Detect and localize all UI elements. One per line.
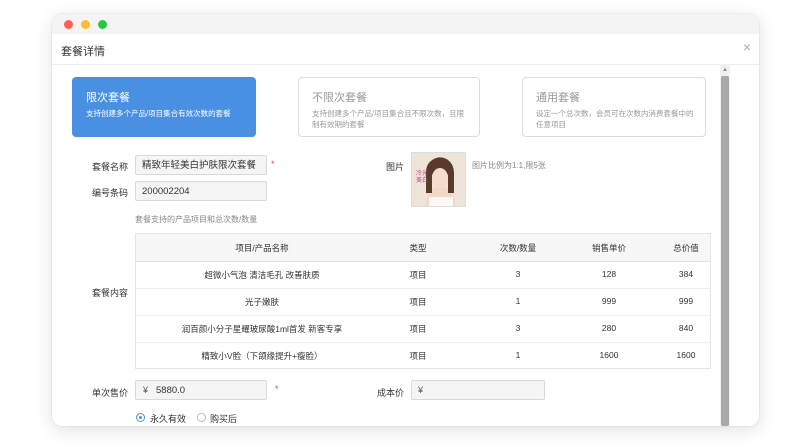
table-cell: 999 xyxy=(678,296,694,306)
table-cell: 840 xyxy=(678,323,694,333)
currency-symbol: ¥ xyxy=(143,385,149,395)
validity-permanent-label: 永久有效 xyxy=(150,414,187,424)
barcode-input[interactable]: 200002204 xyxy=(135,181,267,201)
currency-symbol: ¥ xyxy=(418,385,424,395)
dialog-header: 套餐详情 × xyxy=(52,34,759,65)
vertical-scrollbar[interactable]: ▲ xyxy=(720,64,730,426)
table-cell: 超微小气泡 清洁毛孔 改善肤质 xyxy=(204,270,320,280)
image-hint: 图片比例为1:1,限5张 xyxy=(472,161,546,170)
window-minimize-dot[interactable] xyxy=(81,20,90,29)
scrollbar-thumb[interactable] xyxy=(721,76,729,426)
table-cell: 光子嫩肤 xyxy=(244,297,279,307)
table-header-cell: 总价值 xyxy=(673,243,699,253)
table-row: 精致小V脸（下颌缘提升+瘦脸） 项目 1 1600 1600 xyxy=(136,342,710,369)
image-label: 图片 xyxy=(385,162,404,172)
table-cell: 项目 xyxy=(409,297,427,307)
validity-after-purchase-label: 购买后 xyxy=(210,414,238,424)
type-card-title: 限次套餐 xyxy=(86,92,130,104)
content-hint: 套餐支持的产品项目和总次数/数量 xyxy=(135,215,258,224)
table-cell: 项目 xyxy=(409,324,427,334)
barcode-label: 编号条码 xyxy=(91,188,128,198)
window-maximize-dot[interactable] xyxy=(98,20,107,29)
package-content-label: 套餐内容 xyxy=(91,288,128,298)
package-image-thumbnail[interactable]: 冷光美白 xyxy=(411,152,466,207)
type-card-desc: 设定一个总次数，会员可在次数内消费套餐中的任意项目 xyxy=(536,109,694,129)
type-card-general[interactable]: 通用套餐 设定一个总次数，会员可在次数内消费套餐中的任意项目 xyxy=(522,77,706,137)
window-close-dot[interactable] xyxy=(64,20,73,29)
table-cell: 精致小V脸（下颌缘提升+瘦脸） xyxy=(201,351,323,361)
dialog-title: 套餐详情 xyxy=(61,46,105,58)
image-caption: 冷光美白 xyxy=(416,171,429,184)
package-name-label: 套餐名称 xyxy=(91,162,128,172)
app-window: 套餐详情 × 限次套餐 支持创建多个产品/项目集合有效次数的套餐 不限次套餐 支… xyxy=(52,14,759,426)
table-header-cell: 项目/产品名称 xyxy=(235,243,289,253)
table-row: 光子嫩肤 项目 1 999 999 xyxy=(136,288,710,316)
table-row: 超微小气泡 清洁毛孔 改善肤质 项目 3 128 384 xyxy=(136,261,710,289)
table-row: 润百颜小分子星耀玻尿酸1ml首发 新客专享 项目 3 280 840 xyxy=(136,315,710,343)
table-cell: 1600 xyxy=(676,350,696,360)
unit-price-label: 单次售价 xyxy=(91,388,128,398)
validity-after-purchase-radio[interactable] xyxy=(197,413,206,422)
type-card-limited[interactable]: 限次套餐 支持创建多个产品/项目集合有效次数的套餐 xyxy=(72,77,256,137)
table-header-cell: 类型 xyxy=(409,243,427,253)
package-content-table: 项目/产品名称 类型 次数/数量 销售单价 总价值 超微小气泡 清洁毛孔 改善肤… xyxy=(135,233,711,369)
required-mark: * xyxy=(275,384,279,394)
table-cell: 384 xyxy=(678,269,694,279)
table-cell: 润百颜小分子星耀玻尿酸1ml首发 新客专享 xyxy=(181,324,343,334)
type-card-unlimited[interactable]: 不限次套餐 支持创建多个产品/项目集合且不限次数，且限制有效期的套餐 xyxy=(298,77,480,137)
scroll-up-icon[interactable]: ▲ xyxy=(720,66,730,74)
cost-price-input[interactable] xyxy=(411,380,545,400)
type-card-desc: 支持创建多个产品/项目集合有效次数的套餐 xyxy=(86,109,231,118)
close-icon[interactable]: × xyxy=(743,39,751,55)
type-card-desc: 支持创建多个产品/项目集合且不限次数，且限制有效期的套餐 xyxy=(312,109,465,129)
table-cell: 项目 xyxy=(409,270,427,280)
window-titlebar xyxy=(52,14,759,34)
table-cell: 项目 xyxy=(409,351,427,361)
required-mark: * xyxy=(271,159,275,169)
unit-price-input[interactable]: 5880.0 xyxy=(135,380,267,400)
validity-permanent-radio[interactable] xyxy=(136,413,145,422)
type-card-title: 不限次套餐 xyxy=(312,92,367,104)
type-card-title: 通用套餐 xyxy=(536,92,580,104)
package-name-input[interactable]: 精致年轻美白护肤限次套餐 xyxy=(135,155,267,175)
cost-price-label: 成本价 xyxy=(376,388,404,398)
table-header: 项目/产品名称 类型 次数/数量 销售单价 总价值 xyxy=(136,234,710,262)
